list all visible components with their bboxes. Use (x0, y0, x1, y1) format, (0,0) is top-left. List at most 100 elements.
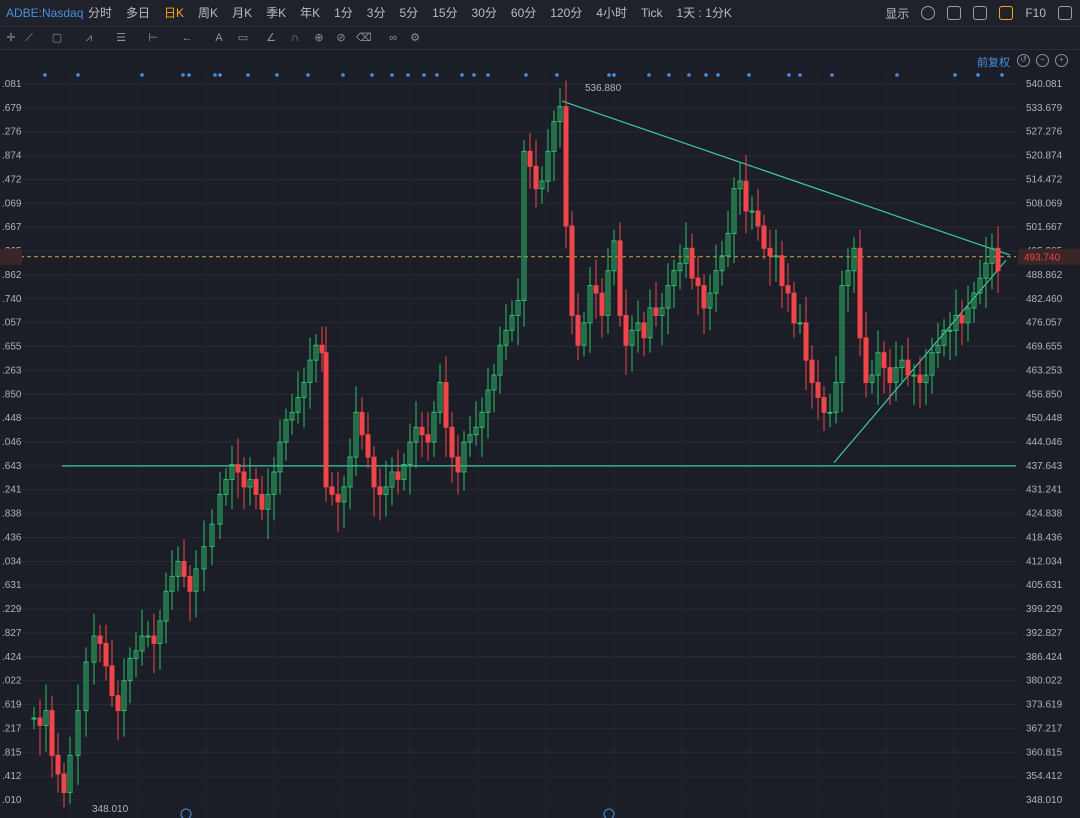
period-tab-5[interactable]: 季K (266, 0, 286, 26)
candle-body (395, 471, 401, 480)
candle-body (419, 426, 425, 436)
candle-body (533, 165, 539, 190)
candle-body (187, 575, 193, 592)
candle-body (695, 277, 701, 287)
period-tab-11[interactable]: 30分 (472, 0, 497, 26)
event-dot (704, 73, 708, 77)
event-dot (460, 73, 464, 77)
ruler-icon[interactable]: ∠ (264, 31, 278, 45)
price-tick: 373.619 (1026, 700, 1063, 711)
settings-icon[interactable] (921, 6, 936, 20)
event-dot (612, 73, 616, 77)
magnet-icon[interactable]: ∩ (288, 31, 302, 45)
candle-body (37, 717, 43, 726)
period-tab-16[interactable]: 1天 : 1分K (677, 0, 732, 26)
low-price-label: 348.010 (92, 804, 129, 815)
trash-icon[interactable]: ⌫ (356, 31, 372, 45)
candle-body (599, 292, 605, 316)
period-tab-1[interactable]: 多日 (126, 0, 150, 26)
event-dot (213, 73, 217, 77)
measure-tool-icon[interactable]: ⊢ (146, 31, 160, 45)
period-tab-9[interactable]: 5分 (399, 0, 418, 26)
event-dot (555, 73, 559, 77)
price-tick: 386.424 (1026, 652, 1063, 663)
candle-body (803, 322, 809, 361)
text-tool-icon[interactable]: A (212, 31, 226, 45)
event-dot (716, 73, 720, 77)
event-dot (306, 73, 310, 77)
price-tick-left: .850 (2, 389, 22, 400)
candle-body (857, 247, 863, 339)
period-tab-14[interactable]: 4小时 (596, 0, 627, 26)
candle-body (371, 456, 377, 488)
period-tab-6[interactable]: 年K (300, 0, 320, 26)
price-tick-left: .069 (2, 198, 22, 209)
period-tab-3[interactable]: 周K (198, 0, 218, 26)
candle-body (767, 247, 773, 257)
price-tick-left: .472 (2, 174, 22, 185)
candle-body (809, 359, 815, 384)
candle-body (995, 247, 1001, 272)
period-tab-15[interactable]: Tick (641, 0, 663, 26)
event-dot (830, 73, 834, 77)
earnings-marker (180, 808, 192, 818)
gear-icon[interactable]: ⚙ (408, 31, 422, 45)
pencil-icon[interactable] (999, 6, 1014, 20)
candle-body (569, 225, 575, 316)
undo-icon[interactable]: ← (180, 31, 194, 45)
candle-body (827, 411, 833, 414)
period-tab-10[interactable]: 15分 (432, 0, 457, 26)
period-tab-13[interactable]: 120分 (550, 0, 582, 26)
candle-body (109, 665, 115, 697)
price-tick: 501.667 (1026, 222, 1063, 233)
candle-body (359, 411, 365, 436)
rectangle-tool-icon[interactable]: ▢ (50, 31, 64, 45)
price-tick-left: .827 (2, 628, 22, 639)
event-dot (895, 73, 899, 77)
candle-body (181, 560, 187, 577)
candle-body (821, 396, 827, 413)
lock-icon[interactable]: ⊕ (312, 31, 326, 45)
comment-icon[interactable]: ▭ (236, 31, 250, 45)
period-tab-12[interactable]: 60分 (511, 0, 536, 26)
camera-icon[interactable] (973, 6, 988, 20)
price-axis: 540.081 .081 533.679 .679 527.276 .276 520.874… (2, 79, 1063, 806)
price-tick-left: .667 (2, 222, 22, 233)
menu-tool-icon[interactable]: ☰ (114, 31, 128, 45)
candlestick-chart[interactable]: 540.081 .081 533.679 .679 527.276 .276 520.874… (0, 50, 1080, 818)
period-tab-8[interactable]: 3分 (367, 0, 386, 26)
event-dot (486, 73, 490, 77)
price-tick: 469.655 (1026, 342, 1063, 353)
layout-icon[interactable] (947, 6, 962, 20)
candle-body (425, 434, 431, 443)
display-menu[interactable]: 显示 (885, 5, 909, 22)
event-dot (406, 73, 410, 77)
price-tick-left: .679 (2, 103, 22, 114)
candle-body (449, 426, 455, 458)
event-dot (667, 73, 671, 77)
candle-body (235, 464, 241, 473)
candle-body (701, 285, 707, 309)
period-tab-0[interactable]: 分时 (88, 0, 112, 26)
hide-icon[interactable]: ⊘ (334, 31, 348, 45)
symbol-label[interactable]: ADBE:Nasdaq (6, 6, 83, 20)
event-dot (953, 73, 957, 77)
line-tool-icon[interactable]: ⟋ (22, 31, 36, 45)
price-tick: 533.679 (1026, 103, 1063, 114)
period-tab-7[interactable]: 1分 (334, 0, 353, 26)
crosshair-icon[interactable]: ✛ (4, 31, 18, 45)
f10-button[interactable]: F10 (1025, 6, 1046, 20)
period-tab-4[interactable]: 月K (232, 0, 252, 26)
period-tab-2[interactable]: 日K (164, 0, 184, 26)
candle-body (959, 314, 965, 324)
fullscreen-icon[interactable] (1058, 6, 1072, 20)
current-price-box-left (0, 248, 22, 265)
price-tick-left: .046 (2, 437, 22, 448)
candle-body (947, 329, 953, 332)
price-tick: 540.081 (1026, 79, 1063, 90)
price-tick-left: .229 (2, 604, 22, 615)
pattern-tool-icon[interactable]: ⩘ (82, 31, 96, 45)
price-tick: 354.412 (1026, 771, 1063, 782)
price-tick: 437.643 (1026, 461, 1063, 472)
link-icon[interactable]: ∞ (386, 31, 400, 45)
